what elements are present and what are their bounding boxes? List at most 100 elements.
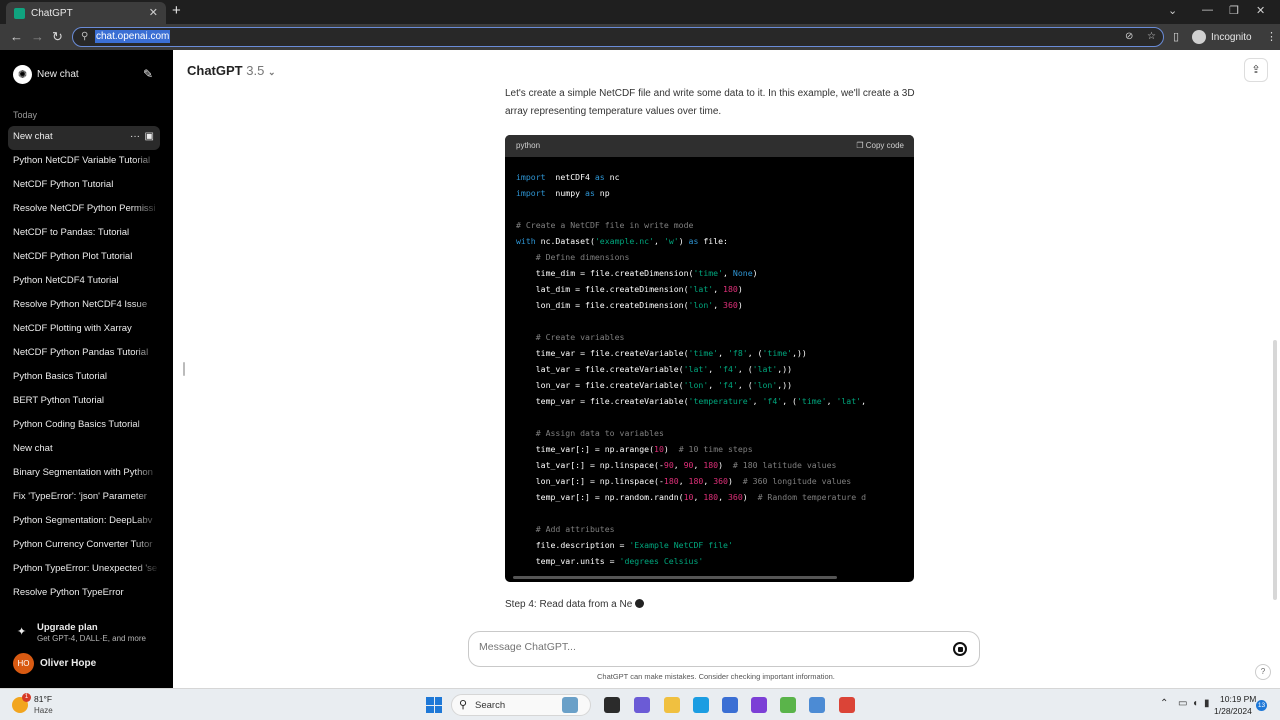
code-token: import [516, 172, 546, 182]
sidebar-history-item[interactable]: Python Coding Basics Tutorial [8, 414, 160, 438]
sparkle-icon: ✦ [17, 626, 27, 638]
sidebar-history-item[interactable]: New chat ··· ▣ [8, 126, 160, 150]
sidebar-history-item[interactable]: Binary Segmentation with Python [8, 462, 160, 486]
eye-off-icon[interactable]: ⊘ [1125, 31, 1133, 42]
sidebar-history-label: Python Currency Converter Tutor [13, 539, 153, 550]
notification-badge[interactable]: 13 [1256, 700, 1267, 711]
openai-logo-icon[interactable]: ✺ [13, 65, 32, 84]
code-token: as [594, 172, 605, 182]
code-token: 360 [713, 476, 728, 486]
side-panel-icon[interactable]: ▯ [1173, 30, 1179, 43]
message-composer [468, 631, 980, 667]
code-token: , [752, 396, 763, 406]
code-token: 'lat' [683, 364, 709, 374]
sidebar-history-item[interactable]: NetCDF Python Tutorial [8, 174, 160, 198]
code-token: 'time' [797, 396, 827, 406]
url-text[interactable]: chat.openai.com [95, 30, 171, 43]
back-icon[interactable]: ← [10, 29, 23, 44]
sidebar-resize-handle[interactable] [183, 362, 185, 376]
incognito-indicator[interactable]: Incognito [1192, 30, 1252, 44]
file-explorer-icon[interactable] [664, 697, 680, 713]
code-token: file: [698, 236, 728, 246]
chat-icon[interactable] [634, 697, 650, 713]
sidebar-history-item[interactable]: Python Currency Converter Tutor [8, 534, 160, 558]
archive-icon[interactable]: ▣ [145, 126, 154, 148]
code-token: lat_var = file.createVariable( [516, 364, 684, 374]
stop-generating-button[interactable] [953, 642, 967, 656]
bookmark-star-icon[interactable]: ☆ [1147, 31, 1156, 42]
sidebar-history-item[interactable]: Resolve Python TypeError [8, 582, 160, 606]
code-line: lat_var = file.createVariable('lat', 'f4… [516, 361, 914, 377]
battery-icon[interactable]: ▮ [1204, 698, 1210, 709]
new-tab-button[interactable]: + [172, 2, 181, 19]
code-token: 360 [727, 492, 743, 502]
network-icon[interactable]: ▭ [1178, 698, 1187, 709]
tab-search-icon[interactable]: ⌄ [1168, 4, 1177, 17]
sidebar-history-item[interactable]: NetCDF Python Pandas Tutorial [8, 342, 160, 366]
code-token: numpy [545, 188, 586, 198]
sidebar-history-item[interactable]: Python Basics Tutorial [8, 366, 160, 390]
sidebar-history-label: NetCDF Python Pandas Tutorial [13, 347, 149, 358]
close-icon[interactable]: ✕ [149, 6, 158, 19]
message-input[interactable] [479, 641, 919, 653]
weather-temperature[interactable]: 81°F [34, 694, 52, 704]
edit-icon[interactable]: ✎ [143, 67, 153, 81]
menu-kebab-icon[interactable]: ⋮ [1266, 30, 1277, 43]
minimize-button[interactable]: — [1202, 4, 1213, 16]
windows-start-icon[interactable] [426, 697, 442, 713]
share-icon[interactable]: ⇪ [1244, 58, 1268, 82]
chrome-icon[interactable] [839, 697, 855, 713]
sidebar-history-item[interactable]: NetCDF Plotting with Xarray [8, 318, 160, 342]
sidebar-history-item[interactable]: Resolve Python NetCDF4 Issue [8, 294, 160, 318]
site-info-icon[interactable]: ⚲ [81, 31, 88, 42]
sidebar-history-item[interactable]: Python NetCDF Variable Tutorial [8, 150, 160, 174]
sidebar-history-item[interactable]: NetCDF to Pandas: Tutorial [8, 222, 160, 246]
maximize-button[interactable]: ❐ [1229, 4, 1239, 17]
user-name[interactable]: Oliver Hope [40, 658, 96, 669]
sidebar-history-item[interactable]: Python TypeError: Unexpected 'se [8, 558, 160, 582]
people-app-icon[interactable] [562, 697, 578, 713]
weather-condition[interactable]: Haze [34, 706, 53, 715]
sidebar-history-label: Python TypeError: Unexpected 'se [13, 563, 158, 574]
vpn-icon[interactable] [751, 697, 767, 713]
code-token: ,)) [777, 364, 793, 374]
reload-icon[interactable]: ↻ [52, 29, 63, 45]
code-line: # Assign data to variables [516, 425, 914, 441]
sidebar-history-item[interactable]: Python NetCDF4 Tutorial [8, 270, 160, 294]
clock-time[interactable]: 10:19 PM [1220, 694, 1256, 704]
code-token: 'degrees Celsius' [619, 556, 704, 566]
code-token: 'lon' [683, 380, 709, 390]
forward-icon[interactable]: → [31, 29, 44, 44]
sidebar-history-item[interactable]: Resolve NetCDF Python Permissi [8, 198, 160, 222]
sidebar-history-item[interactable]: Python Segmentation: DeepLabv [8, 510, 160, 534]
step-text: Step 4: Read data from a Ne [505, 599, 633, 610]
copy-code-button[interactable]: ❐ Copy code [856, 135, 904, 157]
code-horizontal-scrollbar[interactable] [513, 576, 837, 579]
sidebar-history-item[interactable]: BERT Python Tutorial [8, 390, 160, 414]
code-token: None [732, 268, 753, 278]
model-selector[interactable]: ChatGPT 3.5 ⌄ [187, 63, 275, 78]
code-token: , ( [747, 348, 763, 358]
sidebar-history-item[interactable]: NetCDF Python Plot Tutorial [8, 246, 160, 270]
sidebar-history-item[interactable]: Fix 'TypeError': 'json' Parameter [8, 486, 160, 510]
code-line: # Define dimensions [516, 249, 914, 265]
chevron-up-icon[interactable]: ⌃ [1160, 698, 1168, 709]
new-chat-button[interactable]: New chat [37, 69, 79, 80]
avatar[interactable]: HO [13, 653, 34, 674]
address-bar[interactable]: ⚲ chat.openai.com ⊘ ☆ [72, 27, 1164, 47]
notepad-icon[interactable] [780, 697, 796, 713]
more-options-icon[interactable]: ··· [130, 126, 140, 148]
clock-date[interactable]: 1/28/2024 [1214, 706, 1252, 716]
photos-icon[interactable] [809, 697, 825, 713]
volume-icon[interactable]: ◖ [1192, 698, 1198, 709]
store-icon[interactable] [722, 697, 738, 713]
edge-icon[interactable] [693, 697, 709, 713]
code-token: ) [718, 460, 733, 470]
browser-tab[interactable]: ChatGPT ✕ [6, 2, 166, 24]
help-button[interactable]: ? [1255, 664, 1271, 680]
close-window-button[interactable]: ✕ [1256, 4, 1265, 17]
sidebar-history-item[interactable]: New chat [8, 438, 160, 462]
main-scrollbar[interactable] [1273, 340, 1277, 600]
task-view-icon[interactable] [604, 697, 620, 713]
